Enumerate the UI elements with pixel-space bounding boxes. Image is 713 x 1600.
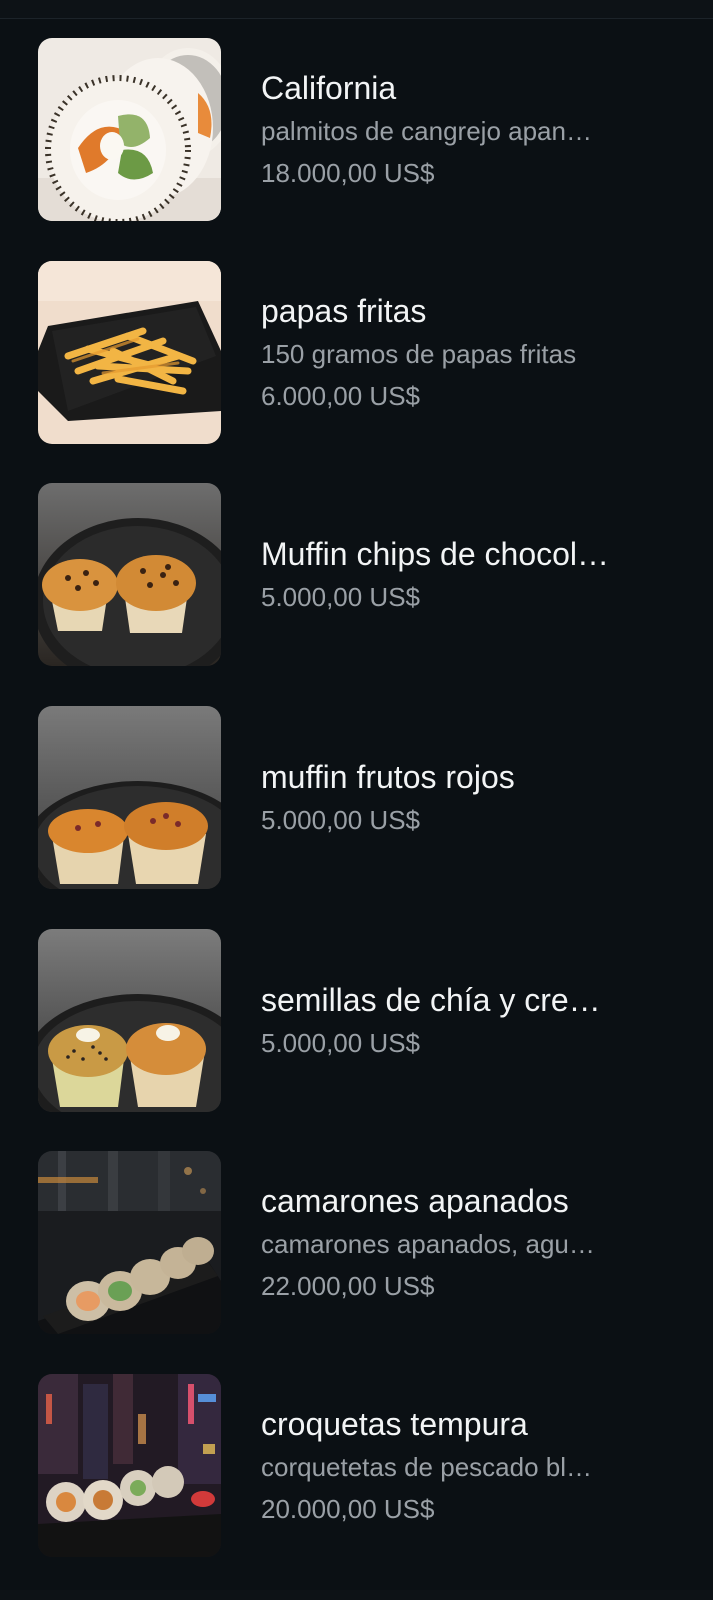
item-name: muffin frutos rojos [261, 758, 515, 795]
item-price: 5.000,00 US$ [261, 581, 421, 612]
tempura-roll-image [38, 1374, 221, 1557]
item-info: croquetas tempura corquetetas de pescado… [261, 1374, 671, 1557]
item-name: California [261, 69, 397, 106]
item-info: California palmitos de cangrejo apan… 18… [261, 38, 671, 221]
berry-muffins-image [38, 706, 221, 889]
menu-item-chia-muffins[interactable]: semillas de chía y cre… 5.000,00 US$ [0, 929, 713, 1113]
item-price: 18.000,00 US$ [261, 157, 435, 188]
item-description: 150 gramos de papas fritas [261, 338, 577, 369]
item-price: 5.000,00 US$ [261, 1027, 421, 1058]
menu-item-camarones-apanados[interactable]: camarones apanados camarones apanados, a… [0, 1151, 713, 1335]
item-description: camarones apanados, agu… [261, 1228, 595, 1259]
chia-seed-muffins-image [38, 929, 221, 1112]
french-fries-image [38, 261, 221, 444]
item-price: 20.000,00 US$ [261, 1493, 435, 1524]
item-info: muffin frutos rojos 5.000,00 US$ [261, 706, 671, 889]
menu-item-croquetas-tempura[interactable]: croquetas tempura corquetetas de pescado… [0, 1374, 713, 1558]
item-name: papas fritas [261, 292, 427, 329]
item-name: Muffin chips de chocol… [261, 535, 610, 572]
menu-item-papas-fritas[interactable]: papas fritas 150 gramos de papas fritas … [0, 261, 713, 445]
menu-item-california[interactable]: California palmitos de cangrejo apan… 18… [0, 38, 713, 222]
menu-item-muffin-frutos-rojos[interactable]: muffin frutos rojos 5.000,00 US$ [0, 706, 713, 890]
item-description: palmitos de cangrejo apan… [261, 115, 592, 146]
item-info: camarones apanados camarones apanados, a… [261, 1151, 671, 1334]
item-info: papas fritas 150 gramos de papas fritas … [261, 261, 671, 444]
item-description: corquetetas de pescado bl… [261, 1451, 592, 1482]
item-name: semillas de chía y cre… [261, 981, 601, 1018]
top-divider [0, 0, 713, 19]
bottom-bar [0, 1590, 713, 1600]
item-price: 5.000,00 US$ [261, 804, 421, 835]
item-info: Muffin chips de chocol… 5.000,00 US$ [261, 483, 671, 666]
item-info: semillas de chía y cre… 5.000,00 US$ [261, 929, 671, 1112]
item-name: camarones apanados [261, 1182, 569, 1219]
menu-item-muffin-chocolate[interactable]: Muffin chips de chocol… 5.000,00 US$ [0, 483, 713, 667]
shrimp-roll-image [38, 1151, 221, 1334]
sushi-roll-image [38, 38, 221, 221]
item-price: 6.000,00 US$ [261, 380, 421, 411]
item-price: 22.000,00 US$ [261, 1270, 435, 1301]
chocolate-chip-muffins-image [38, 483, 221, 666]
item-name: croquetas tempura [261, 1405, 528, 1442]
